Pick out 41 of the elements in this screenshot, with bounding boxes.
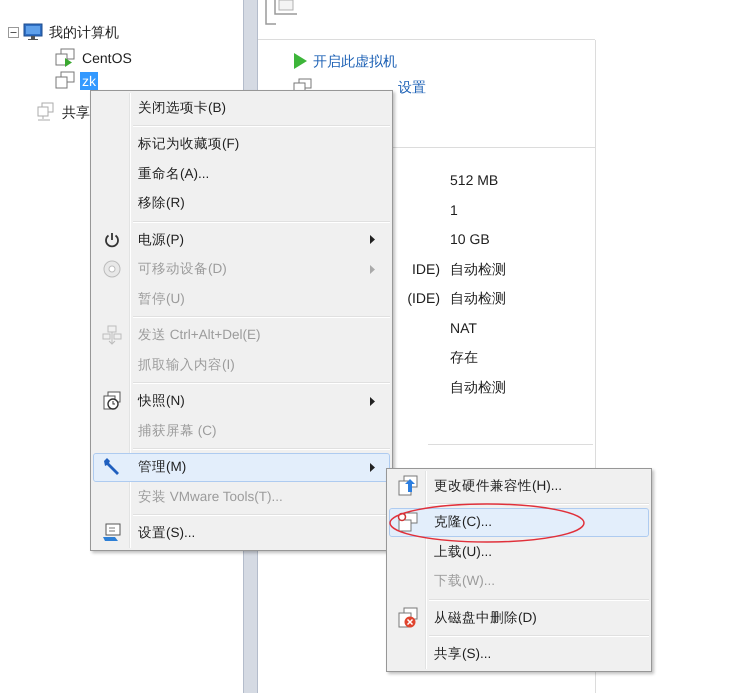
menu-item[interactable]: 移除(R) <box>93 188 390 218</box>
monitor-icon <box>23 23 43 41</box>
settings-icon <box>101 523 123 544</box>
menu-item[interactable]: 关闭选项卡(B) <box>93 93 390 122</box>
wrench-icon <box>102 457 122 478</box>
tree-item[interactable]: 共享 <box>60 103 92 121</box>
menu-item[interactable]: 管理(M) <box>93 452 390 482</box>
detail-value: 自动检测 <box>450 260 506 279</box>
menu-item[interactable]: 共享(S)... <box>389 640 649 669</box>
collapse-icon[interactable] <box>8 26 19 38</box>
menu-item[interactable]: 上载(U)... <box>389 537 649 566</box>
menu-item[interactable]: 电源(P) <box>93 225 390 254</box>
action-link[interactable]: 开启此虚拟机 <box>313 50 397 72</box>
detail-value: 512 MB <box>450 171 498 190</box>
menu-item[interactable]: 从磁盘中删除(D) <box>389 603 649 632</box>
menu-item[interactable]: 更改硬件兼容性(H)... <box>389 471 649 500</box>
menu-item[interactable]: 快照(N) <box>93 386 390 416</box>
snapshot-icon <box>102 391 122 412</box>
delete-icon <box>397 606 419 629</box>
detail-value: 存在 <box>450 348 478 368</box>
menu-item[interactable]: 克隆(C)... <box>389 508 649 537</box>
detail-value: NAT <box>450 318 477 338</box>
detail-value: 1 <box>450 200 458 220</box>
detail-value: 自动检测 <box>450 378 506 397</box>
detail-value: 10 GB <box>450 230 490 250</box>
detail-label: IDE) <box>412 260 440 279</box>
disc-icon <box>103 260 121 278</box>
menu-item[interactable]: 设置(S)... <box>93 518 390 548</box>
upgrade-icon <box>397 474 419 497</box>
clone-icon <box>397 511 419 534</box>
shared-vm-icon <box>36 102 56 122</box>
menu-item[interactable]: 标记为收藏项(F) <box>93 130 390 159</box>
detail-label: (IDE) <box>407 289 440 308</box>
tree-item[interactable]: 我的计算机 <box>47 23 121 41</box>
network-icon <box>102 325 122 346</box>
tree-item[interactable]: CentOS <box>80 48 134 66</box>
action-link[interactable]: 设置 <box>398 76 426 98</box>
power-icon <box>104 232 120 248</box>
detail-value: 自动检测 <box>450 289 506 308</box>
play-icon <box>293 53 307 69</box>
menu-item[interactable]: 重命名(A)... <box>93 159 390 188</box>
